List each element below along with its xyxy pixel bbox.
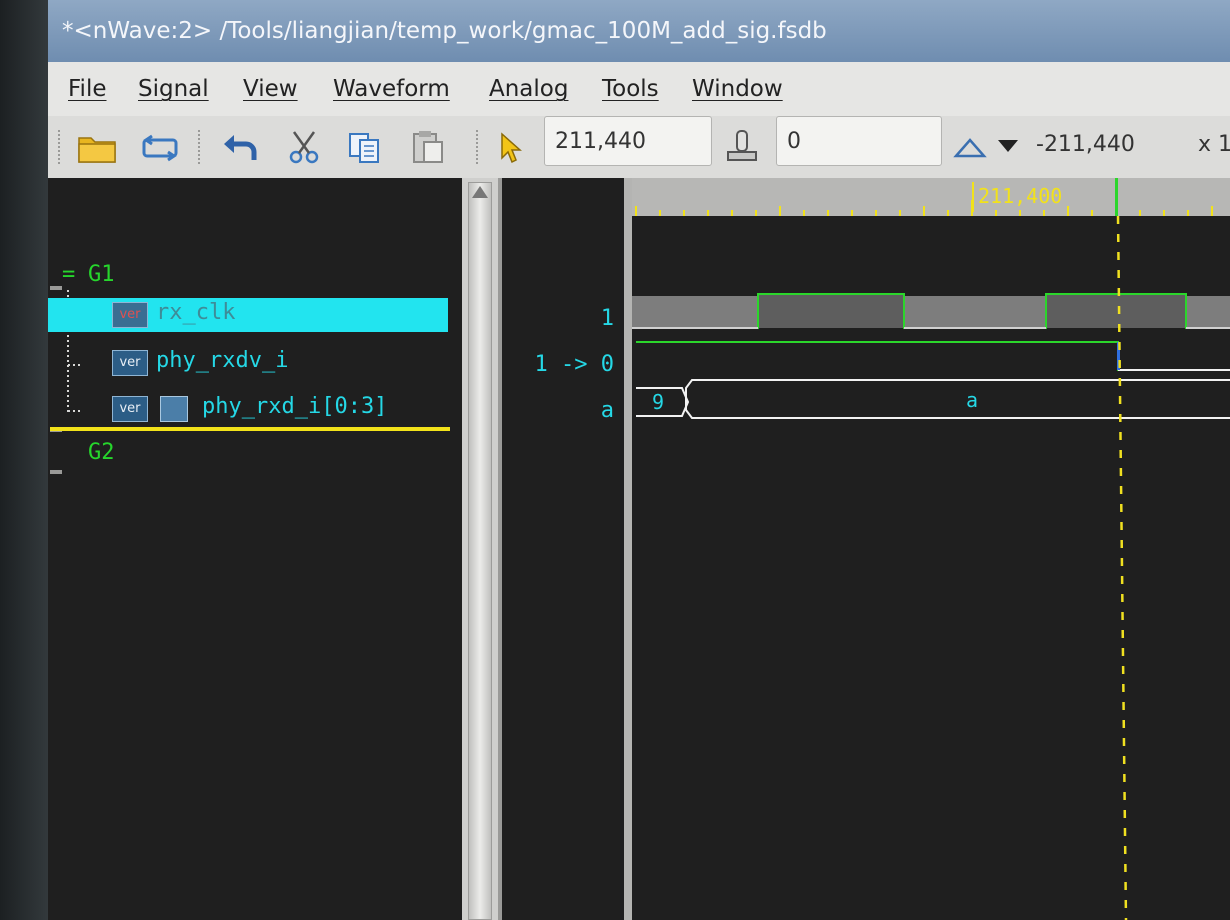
- menu-waveform[interactable]: Waveform: [333, 76, 450, 102]
- bus-value-a: a: [966, 388, 979, 412]
- hierarchy-tree-lines: [50, 286, 450, 474]
- ruler-ticks: [635, 178, 1213, 216]
- reload-icon[interactable]: [138, 128, 182, 166]
- waveform-canvas: [632, 216, 1230, 920]
- menu-signal[interactable]: Signal: [138, 76, 209, 102]
- value-phy-rxdv-i: 1 -> 0: [534, 352, 614, 377]
- menu-file[interactable]: File: [68, 76, 107, 102]
- verilog-badge-icon: ver: [112, 350, 148, 376]
- bus-value-9: 9: [652, 390, 665, 414]
- waveform-phy-rxdv-i: [636, 341, 1230, 371]
- nwave-window: *<nWave:2> /Tools/liangjian/temp_work/gm…: [48, 0, 1230, 920]
- signal-name-phy-rxd-i: phy_rxd_i[0:3]: [202, 394, 388, 419]
- cursor-time-value: 211,440: [555, 129, 646, 154]
- open-folder-icon[interactable]: [76, 128, 120, 166]
- delta-time: -211,440: [1036, 132, 1135, 157]
- marker-time-value: 0: [787, 129, 801, 154]
- verilog-badge-icon: ver: [112, 396, 148, 422]
- verilog-badge-icon: ver: [112, 302, 148, 328]
- toolbar: 211,440 0 -211,440 x 1: [48, 116, 1230, 179]
- window-title: *<nWave:2> /Tools/liangjian/temp_work/gm…: [62, 18, 827, 44]
- signal-name-phy-rxdv-i: phy_rxdv_i: [156, 348, 289, 373]
- ruler-time-label: 211,400: [978, 184, 1063, 208]
- signal-row-rx-clk[interactable]: ver rx_clk: [48, 298, 448, 332]
- zoom-factor: x 1: [1198, 132, 1230, 157]
- undo-icon[interactable]: [220, 128, 264, 166]
- group-g1-label[interactable]: G1: [88, 262, 115, 287]
- cursor-time-field[interactable]: 211,440: [544, 116, 712, 166]
- waveform-pane[interactable]: 211,400 9 a: [632, 178, 1230, 920]
- signal-pane-scrollbar[interactable]: [462, 178, 498, 920]
- value-rx-clk: 1: [600, 306, 614, 331]
- group-g1-marker: =: [62, 262, 76, 287]
- menu-view[interactable]: View: [243, 76, 298, 102]
- signal-name-pane: = G1 ver rx_clk ver phy_rxdv_i ver phy_r…: [48, 178, 462, 920]
- signal-row-phy-rxd-i[interactable]: ver phy_rxd_i[0:3]: [48, 392, 448, 426]
- menu-window[interactable]: Window: [692, 76, 783, 102]
- title-bar[interactable]: *<nWave:2> /Tools/liangjian/temp_work/gm…: [48, 0, 1230, 62]
- pane-splitter-2[interactable]: [624, 178, 632, 920]
- marker-time-field[interactable]: 0: [776, 116, 942, 166]
- copy-icon[interactable]: [344, 128, 388, 166]
- menu-analog[interactable]: Analog: [489, 76, 568, 102]
- scroll-up-arrow-icon[interactable]: [470, 184, 490, 200]
- bus-icon: [160, 396, 188, 422]
- pointer-icon[interactable]: [492, 128, 536, 166]
- group-g2-label[interactable]: G2: [88, 440, 115, 465]
- menu-bar: File Signal View Waveform Analog Tools W…: [48, 62, 1230, 116]
- signal-row-phy-rxdv-i[interactable]: ver phy_rxdv_i: [48, 346, 448, 380]
- scrollbar-thumb[interactable]: [468, 182, 492, 920]
- monitor-bezel: [0, 0, 48, 920]
- waveform-phy-rxd-i: [636, 379, 1230, 419]
- search-down-icon[interactable]: [986, 128, 1030, 166]
- menu-tools[interactable]: Tools: [602, 76, 659, 102]
- time-ruler[interactable]: 211,400: [632, 178, 1230, 216]
- marker-icon[interactable]: [720, 128, 764, 166]
- signal-value-pane: 1 1 -> 0 a: [502, 178, 624, 920]
- signal-name-rx-clk: rx_clk: [156, 300, 236, 325]
- waveform-rx-clk: [632, 293, 1230, 329]
- value-phy-rxd-i: a: [600, 398, 614, 423]
- paste-icon[interactable]: [406, 128, 450, 166]
- cut-icon[interactable]: [282, 128, 326, 166]
